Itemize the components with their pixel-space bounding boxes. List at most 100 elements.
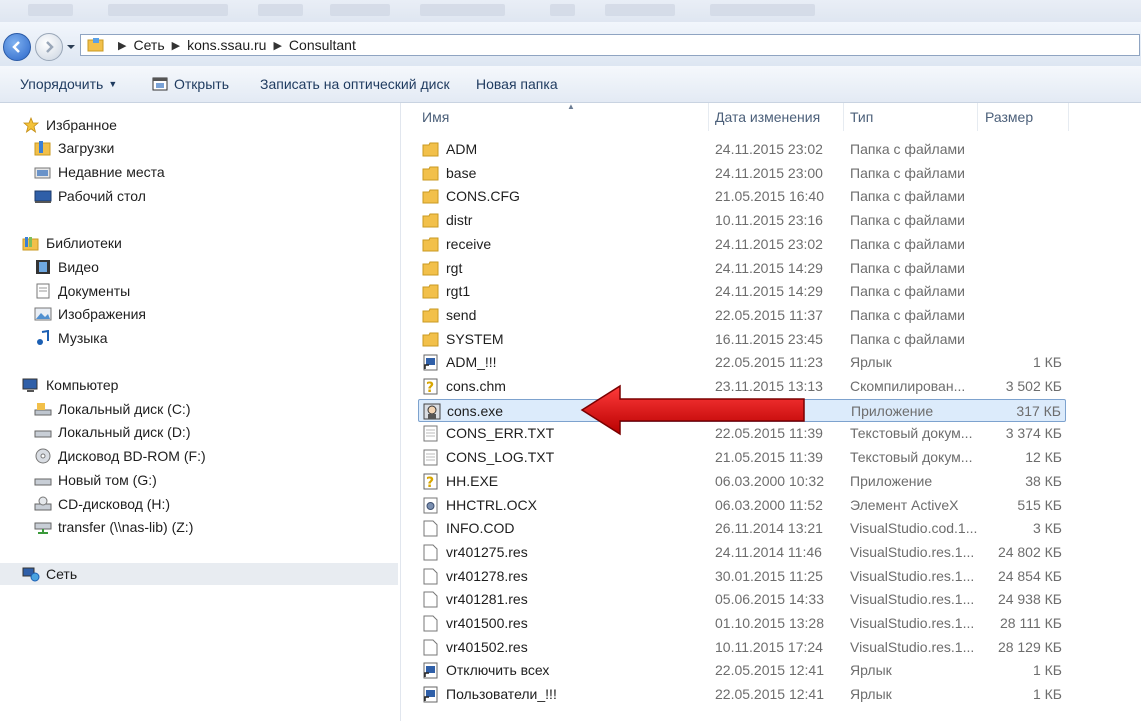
table-row[interactable]: rgt 24.11.2015 14:29 Папка с файлами [418,257,1066,280]
file-name: INFO.COD [446,520,515,537]
file-size: 3 КБ [1032,520,1062,537]
file-date: 01.10.2015 13:28 [715,615,824,631]
table-row[interactable]: vr401278.res 30.01.2015 11:25 VisualStudio… [418,565,1066,588]
table-row[interactable]: ADM_!!! 22.05.2015 11:23 Ярлык 1 КБ [418,351,1066,374]
table-row[interactable]: receive 24.11.2015 23:02 Папка с файлами [418,233,1066,256]
file-type: Папка с файлами [850,235,965,252]
nav-desktop[interactable]: Рабочий стол [34,185,146,207]
table-row[interactable]: rgt1 24.11.2015 14:29 Папка с файлами [418,280,1066,303]
nav-libraries[interactable]: Библиотеки [22,232,122,254]
file-name: Пользователи_!!! [446,686,557,703]
video-icon [36,260,50,274]
file-name: CONS_LOG.TXT [446,449,555,466]
nav-new-volume[interactable]: Новый том (G:) [34,469,157,491]
file-size: 1 КБ [1032,686,1062,703]
folder-icon [422,332,439,347]
column-header-size[interactable]: Размер [978,103,1069,131]
help-file-icon: ? [423,473,438,490]
table-row[interactable]: ADM 24.11.2015 23:02 Папка с файлами [418,138,1066,161]
file-name: HHCTRL.OCX [446,496,538,513]
folder-icon [422,237,439,252]
nav-images[interactable]: Изображения [34,303,146,325]
file-size: 24 802 КБ [997,543,1062,560]
nav-music[interactable]: Музыка [34,327,108,349]
forward-button[interactable] [35,33,63,61]
chevron-down-icon: ▼ [108,79,118,89]
nav-recent[interactable]: Недавние места [34,161,165,183]
table-row[interactable]: Пользователи_!!! 22.05.2015 12:41 Ярлык 1 К… [418,683,1066,706]
burn-disc-button[interactable]: Записать на оптический диск [260,66,450,102]
table-row[interactable]: base 24.11.2015 23:00 Папка с файлами [418,162,1066,185]
text-file-icon [423,449,438,466]
nav-disk-d[interactable]: Локальный диск (D:) [34,421,191,443]
breadcrumb-host[interactable]: kons.ssau.ru [187,37,266,53]
nav-computer[interactable]: Компьютер [22,374,118,396]
command-toolbar: Упорядочить ▼ Открыть Записать на оптиче… [0,66,1141,103]
nav-documents[interactable]: Документы [34,280,130,302]
table-row[interactable]: ? HH.EXE 06.03.2000 10:32 Приложение 38 КБ [418,470,1066,493]
file-date: 24.11.2015 23:00 [715,164,823,181]
file-date: 10.11.2015 17:24 [715,638,823,655]
recent-places-icon [34,167,51,179]
table-row[interactable]: send 22.05.2015 11:37 Папка с файлами [418,304,1066,327]
table-row[interactable]: vr401502.res 10.11.2015 17:24 VisualStudio… [418,636,1066,659]
breadcrumb-separator: ▶ [273,39,282,52]
nav-cd-drive[interactable]: CD-дисковод (H:) [34,493,170,515]
table-row[interactable]: HHCTRL.OCX 06.03.2000 11:52 Элемент Active… [418,494,1066,517]
folder-icon [422,166,439,181]
organize-button[interactable]: Упорядочить ▼ [20,66,117,102]
file-date: 24.11.2015 23:02 [715,141,823,157]
nav-transfer[interactable]: transfer (\\nas-lib) (Z:) [34,516,193,538]
breadcrumb-separator: ▶ [171,39,181,52]
address-box[interactable]: ▶ Сеть ▶ kons.ssau.ru ▶ Consultant [80,34,1140,56]
file-date: 24.11.2015 23:02 [715,235,823,252]
new-folder-label: Новая папка [476,76,558,92]
file-size: 38 КБ [1025,472,1062,489]
file-type: Скомпилирован... [850,378,966,394]
system-drive-icon [34,403,52,416]
breadcrumb-folder[interactable]: Consultant [289,37,356,53]
nav-network[interactable]: Сеть [0,563,398,585]
file-name: rgt1 [446,283,471,300]
column-header-name[interactable]: Имя ▲ [415,102,709,131]
nav-video[interactable]: Видео [34,256,99,278]
table-row[interactable]: Отключить всех 22.05.2015 12:41 Ярлык 1 КБ [418,659,1066,682]
new-folder-button[interactable]: Новая папка [476,66,558,102]
images-icon [34,307,52,321]
open-button[interactable]: Открыть [152,66,229,102]
nav-bd-rom[interactable]: Дисковод BD-ROM (F:) [34,445,206,467]
history-dropdown-icon[interactable] [66,42,76,52]
column-header-date[interactable]: Дата изменения [708,103,844,131]
table-row[interactable]: CONS_LOG.TXT 21.05.2015 11:39 Текстовый до… [418,446,1066,469]
hard-drive-icon [34,430,52,438]
breadcrumb-network[interactable]: Сеть [133,37,164,53]
table-row[interactable]: vr401275.res 24.11.2014 11:46 VisualStudio… [418,541,1066,564]
file-size: 3 374 КБ [1005,425,1062,442]
table-row[interactable]: distr 10.11.2015 23:16 Папка с файлами [418,209,1066,232]
table-row[interactable]: vr401281.res 05.06.2015 14:33 VisualStudio… [418,588,1066,611]
file-date: 24.11.2014 11:46 [715,543,822,560]
file-type: Папка с файлами [850,188,965,205]
folder-icon [422,213,439,228]
table-row[interactable]: vr401500.res 01.10.2015 13:28 VisualStudio… [418,612,1066,635]
nav-desktop-label: Рабочий стол [58,188,146,204]
back-button[interactable] [3,33,31,61]
open-app-icon [152,77,168,91]
nav-downloads[interactable]: Загрузки [34,137,114,159]
file-name: vr401500.res [446,615,528,631]
nav-disk-c[interactable]: Локальный диск (C:) [34,398,191,420]
table-row[interactable]: SYSTEM 16.11.2015 23:45 Папка с файлами [418,328,1066,351]
computer-icon [22,378,38,392]
file-name: vr401502.res [446,638,528,655]
star-icon [22,117,40,133]
file-name: distr [446,212,473,229]
documents-icon [36,283,50,299]
table-row[interactable]: INFO.COD 26.11.2014 13:21 VisualStudio.cod… [418,517,1066,540]
svg-text:?: ? [426,380,434,395]
hard-drive-icon [34,478,52,486]
table-row[interactable]: CONS.CFG 21.05.2015 16:40 Папка с файлами [418,185,1066,208]
nav-favorites[interactable]: Избранное [22,114,117,136]
file-type: Элемент ActiveX [850,496,959,513]
breadcrumb-separator: ▶ [118,39,127,52]
column-header-type[interactable]: Тип [843,103,978,131]
